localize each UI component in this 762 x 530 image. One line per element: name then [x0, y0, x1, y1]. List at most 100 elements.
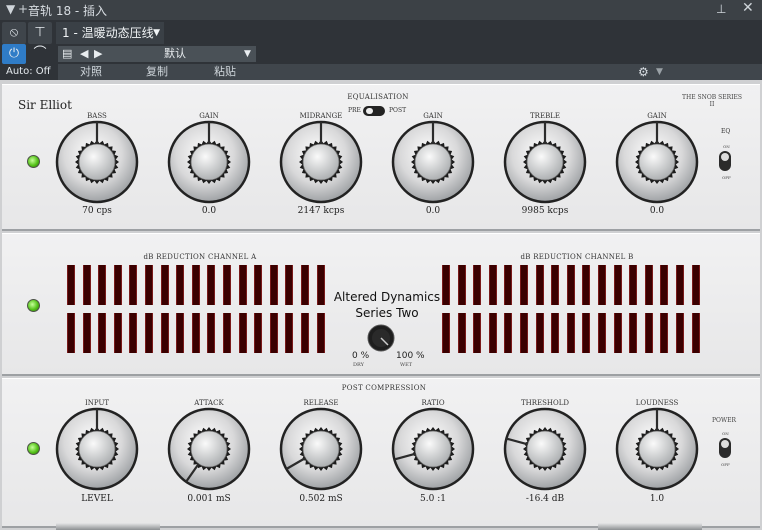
toggle-thumb [721, 153, 729, 161]
meter-segment [582, 265, 591, 305]
knob-treble[interactable] [503, 120, 587, 204]
meter-segment [644, 265, 653, 305]
meter-segment [676, 313, 684, 353]
eq-led [27, 155, 40, 168]
automation-icon[interactable]: ⌒ [28, 44, 52, 64]
meter-segment [473, 265, 482, 305]
close-icon[interactable]: ✕ [742, 0, 754, 16]
meter-segment [191, 313, 200, 353]
meter-segment [191, 265, 200, 305]
knob-label: INPUT [84, 399, 110, 407]
meter-segment [207, 265, 216, 305]
eq-off-label: OFF [722, 175, 731, 180]
meter-segment [238, 313, 247, 353]
meter-segment [488, 265, 497, 305]
window-title: 音轨 18 - 插入 [28, 4, 108, 18]
meter-segment [566, 313, 575, 353]
knob-value: 70 cps [82, 206, 112, 216]
add-icon[interactable]: + [18, 2, 28, 16]
knob-value: 0.0 [649, 206, 665, 216]
insert-selector[interactable]: 1 - 温暖动态压线 ▼ [56, 22, 164, 44]
meter-segment [301, 265, 309, 305]
automation-status[interactable]: Auto: Off [6, 66, 51, 77]
meter-segment [613, 265, 622, 305]
gear-icon[interactable]: ⚙ [638, 64, 649, 80]
knob-input[interactable] [55, 407, 139, 491]
routing-icon[interactable]: ⊤ [28, 22, 52, 44]
meter-segment [551, 313, 560, 353]
preset-selector[interactable]: ▤ ◀ ▶ 默认 ▼ [58, 46, 256, 62]
meter-segment [285, 313, 294, 353]
channel-a-title: dB REDUCTION CHANNEL A [143, 253, 257, 261]
knob-value: 0.0 [425, 206, 441, 216]
knob-label: BASS [87, 112, 107, 120]
mix-knob[interactable] [366, 323, 396, 353]
meter-segment [113, 265, 122, 305]
knob-gain[interactable] [615, 120, 699, 204]
meter-segment [520, 265, 528, 305]
knob-label: GAIN [423, 112, 443, 120]
knob-gain[interactable] [391, 120, 475, 204]
meter-segment [535, 313, 544, 353]
eq-section-title: EQUALISATION [347, 93, 409, 101]
knob-bass[interactable] [55, 120, 139, 204]
brand-logo: Sir Elliot [18, 98, 72, 112]
prev-preset-icon[interactable]: ◀ [80, 46, 88, 62]
meter-segment [473, 313, 482, 353]
next-preset-icon[interactable]: ▶ [94, 46, 102, 62]
meter-segment [254, 265, 263, 305]
meter-segment [129, 313, 138, 353]
meter-segment [98, 265, 107, 305]
insert-name: 1 - 温暖动态压线 [62, 26, 154, 40]
knob-threshold[interactable] [503, 407, 587, 491]
bypass-icon[interactable]: ⦸ [2, 22, 26, 44]
meter-segment [598, 313, 606, 353]
knob-midrange[interactable] [279, 120, 363, 204]
chevron-down-icon[interactable]: ▼ [656, 64, 663, 80]
compare-button[interactable]: 对照 [80, 64, 102, 80]
meter-segment [113, 313, 122, 353]
meter-segment [520, 313, 528, 353]
pin-icon[interactable]: ⊥ [716, 2, 726, 16]
wet-percent: 100 % [396, 351, 425, 361]
knob-attack[interactable] [167, 407, 251, 491]
knob-release[interactable] [279, 407, 363, 491]
meter-segment [660, 265, 669, 305]
product-title-line2: Series Two [355, 306, 419, 320]
meter-segment [582, 313, 591, 353]
knob-value: -16.4 dB [525, 494, 565, 504]
copy-button[interactable]: 复制 [146, 64, 168, 80]
meter-segment [82, 313, 91, 353]
meter-segment [145, 313, 153, 353]
chevron-down-icon[interactable]: ▼ [6, 2, 15, 16]
power-icon[interactable]: ⏻ [2, 44, 26, 64]
meter-segment [145, 265, 153, 305]
meter-segment [488, 313, 497, 353]
preset-name: 默认 [164, 47, 186, 60]
chevron-down-icon: ▼ [153, 28, 160, 38]
window-titlebar: ▼ + 音轨 18 - 插入 ⊥ ✕ [0, 0, 762, 20]
knob-label: ATTACK [194, 399, 224, 407]
preset-list-icon[interactable]: ▤ [62, 46, 72, 62]
meter-segment [82, 265, 91, 305]
eq-toggle[interactable] [719, 151, 731, 171]
post-compression-title: POST COMPRESSION [341, 384, 427, 392]
paste-button[interactable]: 粘贴 [214, 64, 236, 80]
meter-segment [629, 313, 638, 353]
channel-b-title: dB REDUCTION CHANNEL B [520, 253, 634, 261]
compare-bar: 对照 复制 粘贴 [58, 64, 256, 80]
eq-on-label: ON [723, 144, 730, 149]
meter-segment [660, 313, 669, 353]
knob-loudness[interactable] [615, 407, 699, 491]
knob-value: 2147 kcps [297, 206, 345, 216]
meter-segment [269, 265, 278, 305]
knob-label: RATIO [421, 399, 445, 407]
meter-segment [238, 265, 247, 305]
wet-label: WET [400, 362, 413, 368]
panel-foot-right [598, 523, 702, 530]
power-toggle[interactable] [719, 438, 731, 458]
meter-segment [457, 313, 466, 353]
knob-label: GAIN [647, 112, 667, 120]
knob-gain[interactable] [167, 120, 251, 204]
knob-ratio[interactable] [391, 407, 475, 491]
